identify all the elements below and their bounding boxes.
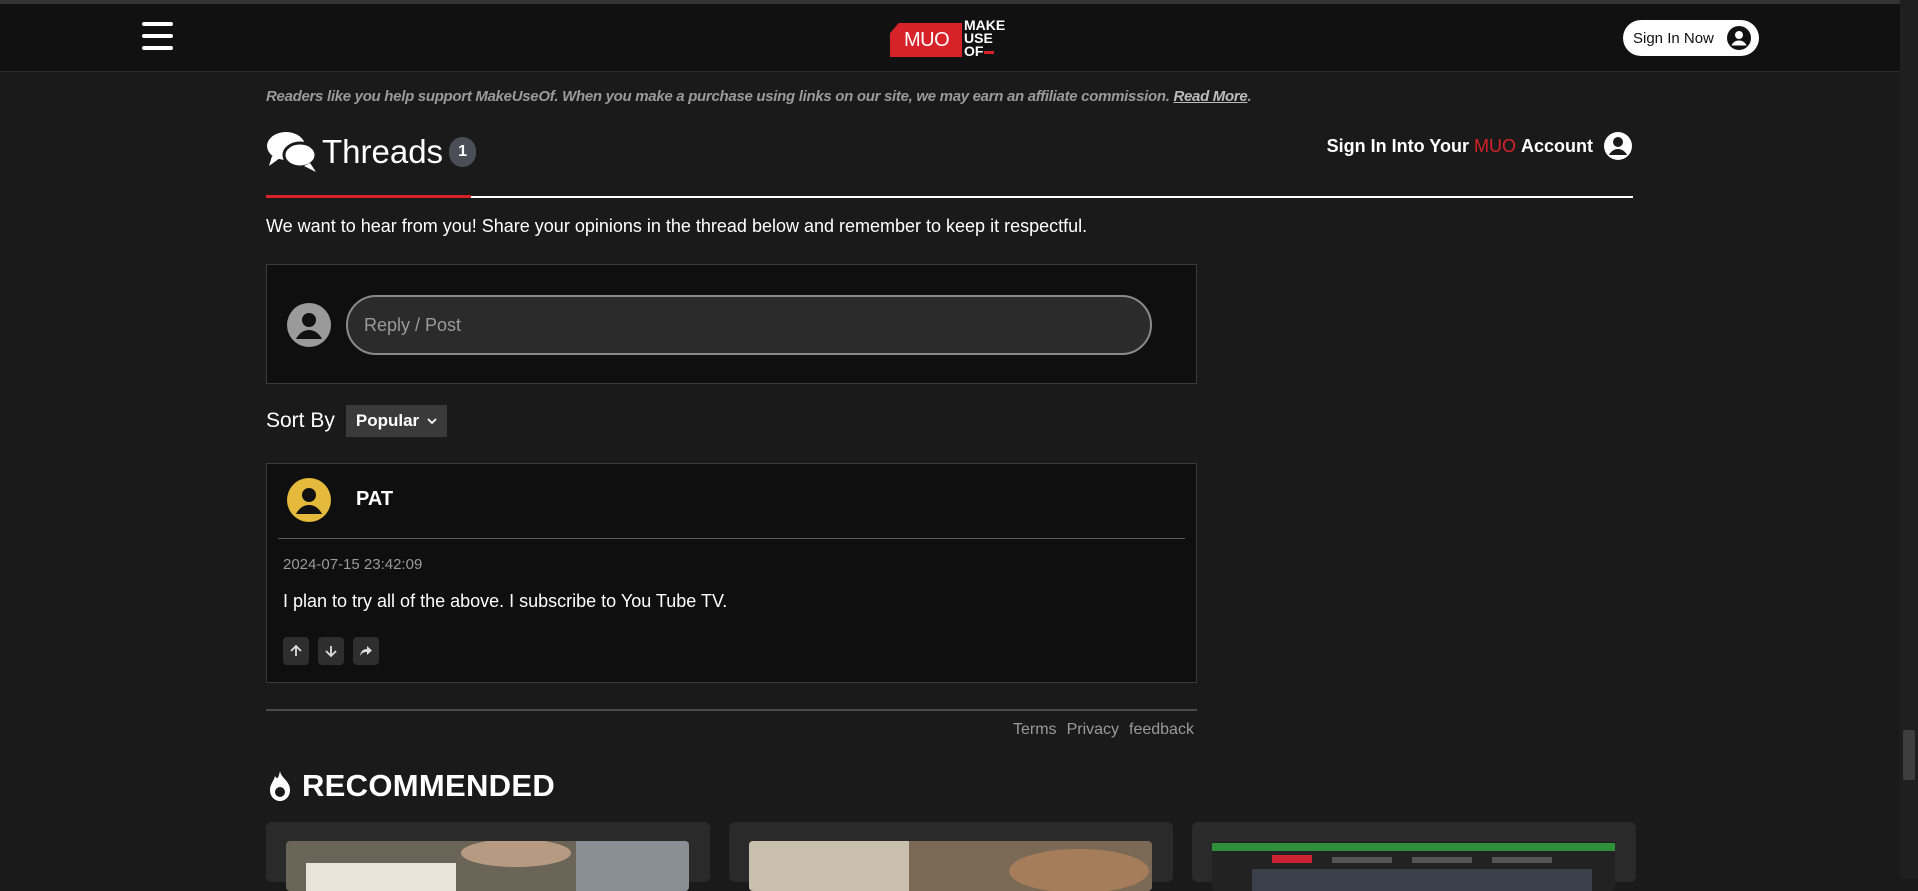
logo-wordmark: MAKE USE OF [964,17,1006,59]
threads-heading: Threads 1 [266,130,477,174]
flame-icon [270,771,290,801]
site-header: MUO MAKE USE OF Sign In Now [0,4,1900,72]
scrollbar-thumb[interactable] [1903,730,1915,780]
comment-author[interactable]: PAT [356,488,393,511]
threads-divider-accent [266,195,471,198]
recommended-thumbnail [749,841,1152,891]
site-logo[interactable]: MUO MAKE USE OF [890,18,1010,58]
thread-count-badge: 1 [449,137,477,167]
threads-intro: We want to hear from you! Share your opi… [266,216,1088,236]
comment-divider [278,538,1185,539]
user-icon [1727,26,1751,50]
reply-input[interactable] [346,295,1152,355]
threads-divider [266,196,1633,198]
recommended-title: RECOMMENDED [302,768,556,803]
arrow-up-icon [290,644,302,656]
user-avatar-icon [287,478,331,522]
feedback-link[interactable]: feedback [1129,721,1194,739]
affiliate-disclaimer: Readers like you help support MakeUseOf.… [266,88,1252,105]
comments-icon [267,132,318,172]
sort-select[interactable]: Popular [345,405,448,437]
share-button[interactable] [353,637,379,665]
recommended-thumbnail [286,841,689,891]
comment-timestamp: 2024-07-15 23:42:09 [283,556,423,573]
account-icon [1604,132,1632,160]
logo-mark: MUO [890,23,962,57]
comment-text: I plan to try all of the above. I subscr… [283,591,728,611]
menu-icon[interactable] [142,22,173,52]
sort-by-label: Sort By [266,409,335,432]
share-icon [360,646,372,656]
read-more-link[interactable]: Read More [1173,88,1247,105]
upvote-button[interactable] [283,637,309,665]
sign-in-account-link[interactable]: Sign In Into Your MUO Account [1327,130,1633,162]
comment-card: PAT 2024-07-15 23:42:09 I plan to try al… [266,463,1197,683]
recommended-heading: RECOMMENDED [266,768,555,804]
recommended-thumbnail [1212,841,1615,891]
recommended-card-1[interactable] [266,822,710,891]
reply-box [266,264,1197,384]
recommended-card-3[interactable] [1192,822,1636,891]
comments-footer-divider [266,709,1197,711]
sort-by: Sort By Popular [266,405,448,437]
page-scrollbar[interactable] [1900,0,1918,878]
avatar-icon [287,303,331,347]
arrow-down-icon [325,646,337,658]
comments-footer-links: Terms Privacy feedback [1013,721,1194,739]
terms-link[interactable]: Terms [1013,721,1057,739]
threads-title: Threads [322,133,444,170]
downvote-button[interactable] [318,637,344,665]
recommended-card-2[interactable] [729,822,1173,891]
chevron-down-icon [427,418,437,425]
sign-in-label: Sign In Now [1633,29,1714,47]
sign-in-button[interactable]: Sign In Now [1623,20,1759,56]
privacy-link[interactable]: Privacy [1067,721,1119,739]
